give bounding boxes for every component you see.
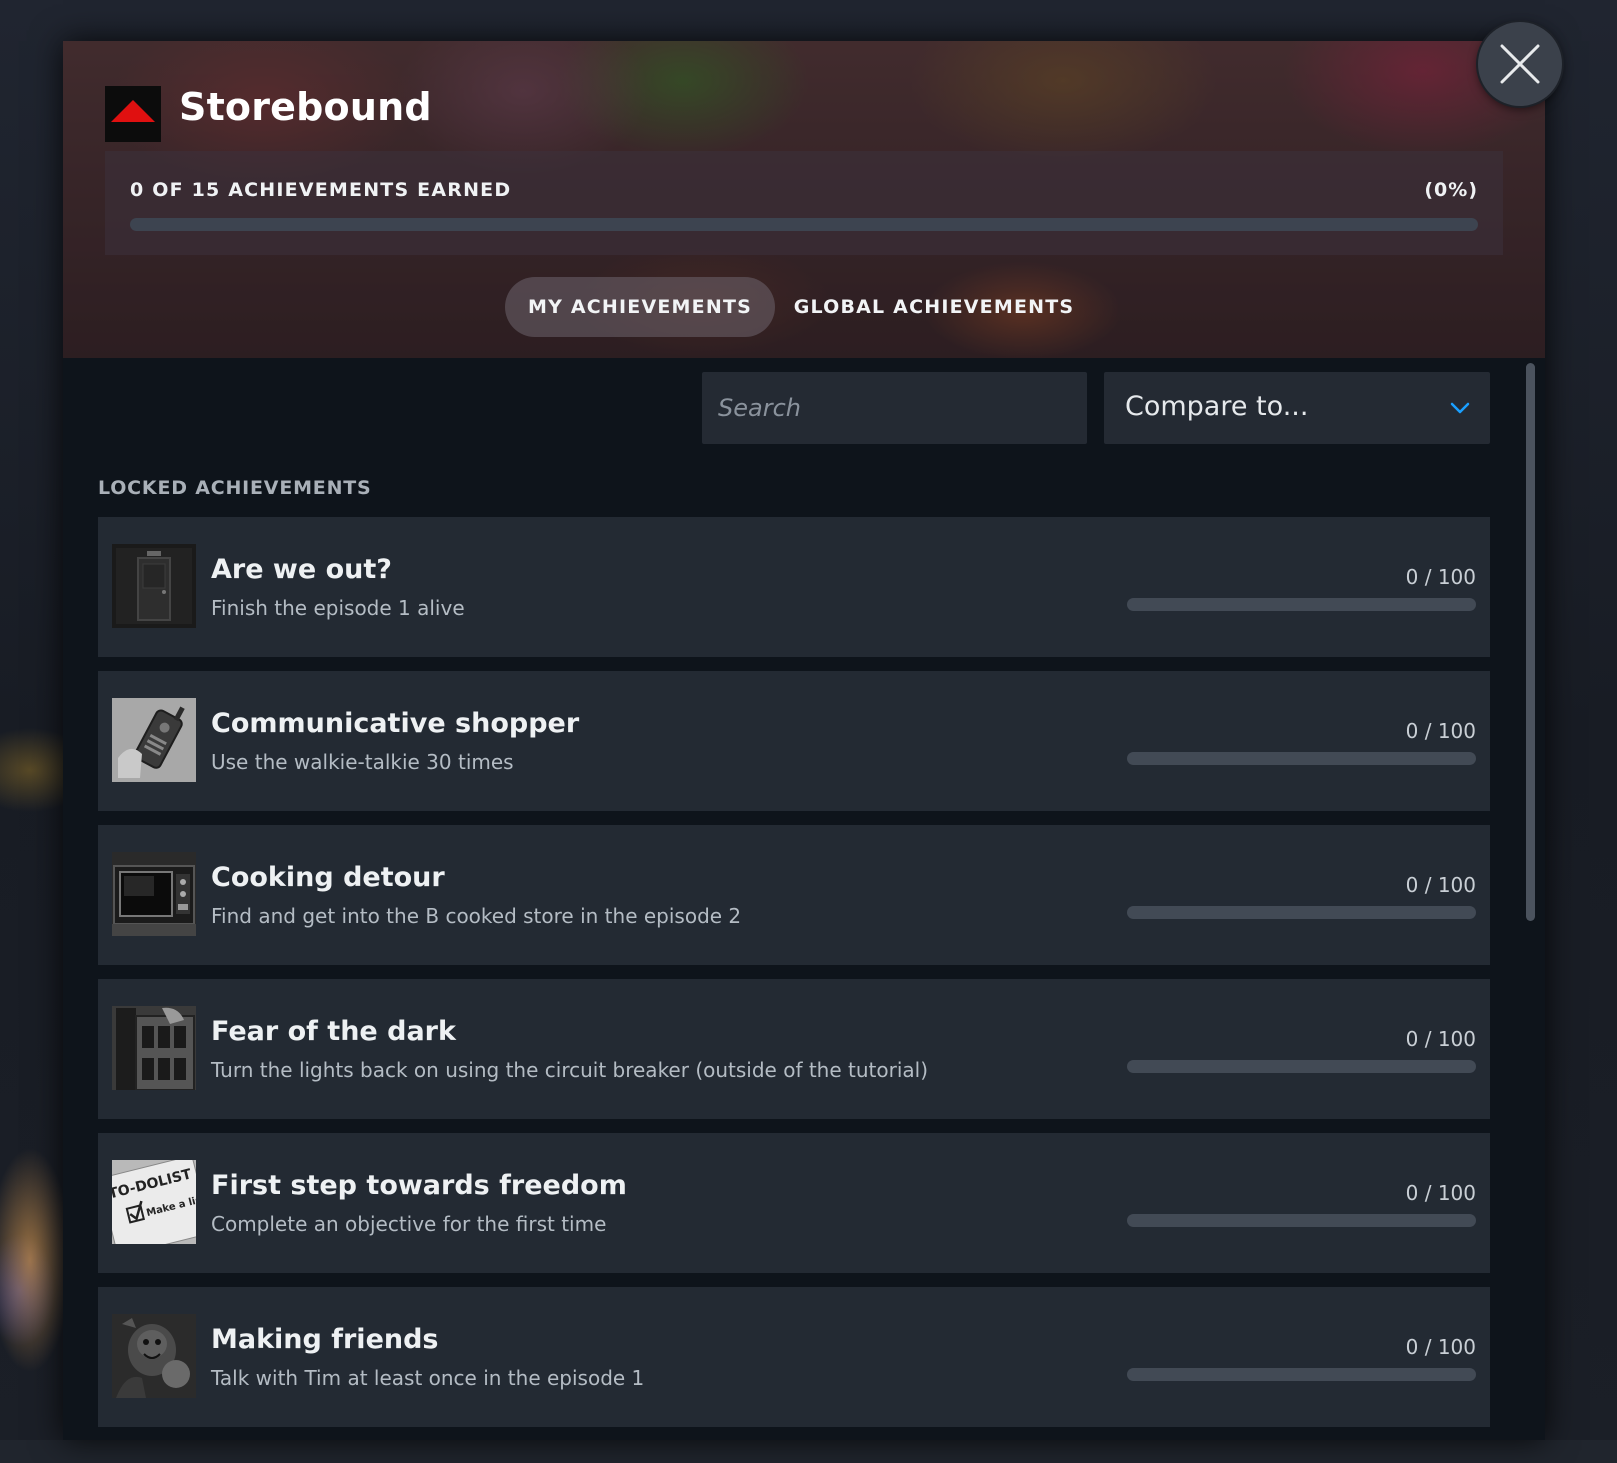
scrollbar-thumb[interactable] xyxy=(1526,363,1535,921)
achievement-row[interactable]: Are we out? Finish the episode 1 alive 0… xyxy=(98,517,1490,657)
compare-label: Compare to... xyxy=(1125,391,1309,422)
achievement-name: Making friends xyxy=(211,1324,439,1355)
creature-icon xyxy=(112,1314,196,1398)
todo-list-icon: TO-DOLIST Make a list xyxy=(112,1160,196,1244)
achievement-name: First step towards freedom xyxy=(211,1170,627,1201)
achievement-progress-bar xyxy=(1127,598,1476,611)
achievement-progress-text: 0 / 100 xyxy=(1405,1027,1476,1051)
achievement-description: Complete an objective for the first time xyxy=(211,1212,607,1236)
achievement-progress-text: 0 / 100 xyxy=(1405,719,1476,743)
walkie-talkie-icon xyxy=(112,698,196,782)
achievement-name: Fear of the dark xyxy=(211,1016,456,1047)
achievements-earned-label: 0 OF 15 ACHIEVEMENTS EARNED xyxy=(130,179,512,201)
microwave-icon xyxy=(112,852,196,936)
achievement-progress-text: 0 / 100 xyxy=(1405,1335,1476,1359)
achievement-description: Find and get into the B cooked store in … xyxy=(211,904,742,928)
achievement-progress-bar xyxy=(1127,1214,1476,1227)
exit-door-icon xyxy=(112,544,196,628)
achievement-progress-bar xyxy=(1127,1060,1476,1073)
search-input[interactable] xyxy=(702,372,1087,444)
achievement-progress-text: 0 / 100 xyxy=(1405,1181,1476,1205)
achievement-name: Cooking detour xyxy=(211,862,445,893)
achievement-row[interactable]: Cooking detour Find and get into the B c… xyxy=(98,825,1490,965)
circuit-breaker-icon xyxy=(112,1006,196,1090)
achievement-name: Are we out? xyxy=(211,554,392,585)
achievement-description: Turn the lights back on using the circui… xyxy=(211,1058,929,1082)
achievement-progress-bar xyxy=(1127,1368,1476,1381)
achievement-name: Communicative shopper xyxy=(211,708,580,739)
achievement-progress-text: 0 / 100 xyxy=(1405,565,1476,589)
achievement-description: Use the walkie-talkie 30 times xyxy=(211,750,514,774)
game-title: Storebound xyxy=(179,85,432,129)
achievement-progress-text: 0 / 100 xyxy=(1405,873,1476,897)
achievement-row[interactable]: Communicative shopper Use the walkie-tal… xyxy=(98,671,1490,811)
locked-achievements-heading: LOCKED ACHIEVEMENTS xyxy=(98,477,372,499)
chevron-down-icon xyxy=(1448,396,1472,424)
achievement-description: Finish the episode 1 alive xyxy=(211,596,465,620)
achievement-progress-bar xyxy=(1127,906,1476,919)
tab-my-achievements[interactable]: MY ACHIEVEMENTS xyxy=(505,277,775,337)
compare-dropdown[interactable]: Compare to... xyxy=(1104,372,1490,444)
achievements-percent: (0%) xyxy=(1424,179,1478,201)
achievement-row[interactable]: Making friends Talk with Tim at least on… xyxy=(98,1287,1490,1427)
tab-global-achievements[interactable]: GLOBAL ACHIEVEMENTS xyxy=(789,277,1079,337)
taskbar-strip xyxy=(0,1440,1617,1463)
achievements-modal: Storebound 0 OF 15 ACHIEVEMENTS EARNED (… xyxy=(63,41,1545,1440)
achievement-row[interactable]: Fear of the dark Turn the lights back on… xyxy=(98,979,1490,1119)
close-button[interactable] xyxy=(1478,22,1562,106)
overall-progress-panel: 0 OF 15 ACHIEVEMENTS EARNED (0%) xyxy=(105,151,1503,255)
achievement-progress-bar xyxy=(1127,752,1476,765)
close-icon xyxy=(1500,44,1540,84)
overall-progress-bar xyxy=(130,218,1478,231)
achievement-list: Are we out? Finish the episode 1 alive 0… xyxy=(98,517,1490,1440)
achievement-description: Talk with Tim at least once in the episo… xyxy=(211,1366,645,1390)
game-logo-icon xyxy=(105,86,161,142)
achievement-row[interactable]: TO-DOLIST Make a list First step towards… xyxy=(98,1133,1490,1273)
